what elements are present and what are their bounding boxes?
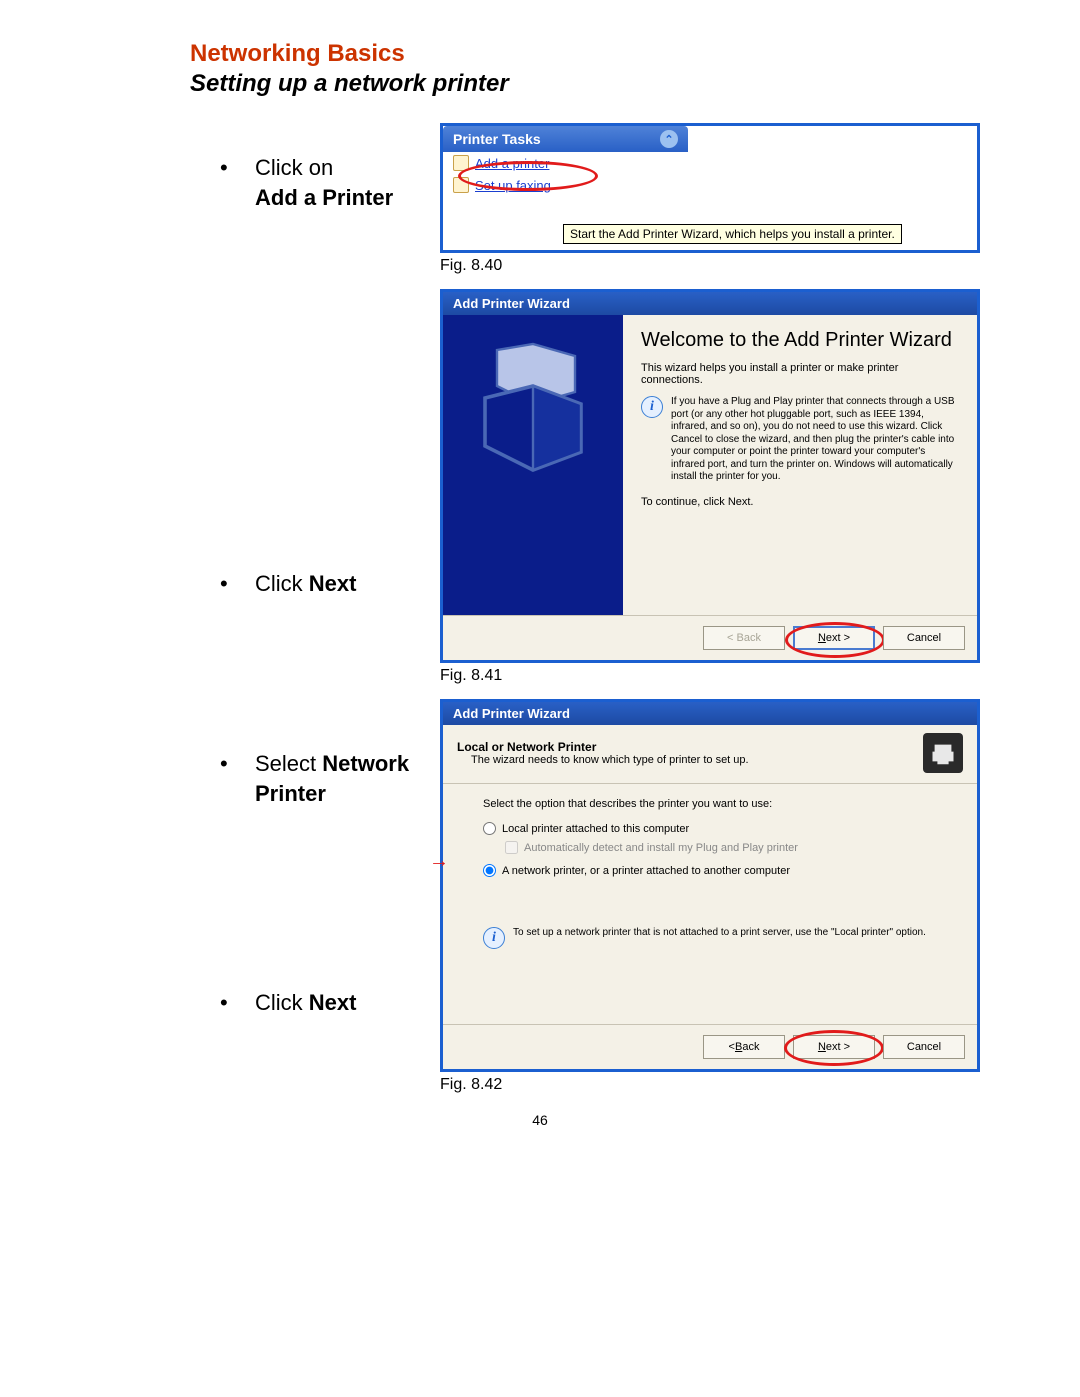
figure-wizard-localnetwork: Add Printer Wizard Local or Network Prin… — [440, 699, 980, 1072]
back-label: ack — [742, 1041, 759, 1053]
collapse-icon[interactable]: ⌃ — [660, 130, 678, 148]
radio-network[interactable] — [483, 864, 496, 877]
option-label: A n — [502, 865, 518, 877]
figure-printer-tasks: Printer Tasks ⌃ Add a printer Set up fax… — [440, 123, 980, 253]
page-number: 46 — [60, 1112, 1020, 1128]
wizard-sidebar — [443, 315, 623, 615]
next-label: ext > — [826, 1041, 850, 1053]
instr-text: Click on — [255, 155, 333, 180]
printer-header-icon — [923, 733, 963, 773]
printer-tasks-header: Printer Tasks ⌃ — [443, 126, 688, 152]
instruction-step-3: Select Network Printer — [210, 749, 420, 808]
back-button[interactable]: < Back — [703, 1035, 785, 1059]
instr-bold: Add a Printer — [255, 185, 393, 210]
instr-bold: Next — [309, 990, 357, 1015]
wizard-title: Add Printer Wizard — [443, 292, 977, 315]
mnemonic: B — [735, 1041, 742, 1053]
wizard-welcome-heading: Welcome to the Add Printer Wizard — [641, 329, 959, 352]
tooltip: Start the Add Printer Wizard, which help… — [563, 224, 902, 244]
printer-graphic-icon — [473, 335, 593, 485]
instruction-step-4: Click Next — [210, 988, 420, 1018]
radio-local[interactable] — [483, 822, 496, 835]
option-label: ocal printer attached to this computer — [508, 823, 689, 835]
option-local-printer[interactable]: Local printer attached to this computer — [483, 822, 949, 835]
fax-icon — [453, 177, 469, 193]
fig-caption-2: Fig. 8.41 — [440, 667, 1020, 685]
heading-primary: Networking Basics — [190, 40, 1020, 68]
instr-text: Select — [255, 751, 322, 776]
cancel-button[interactable]: Cancel — [883, 1035, 965, 1059]
wizard-continue: To continue, click Next. — [641, 496, 959, 508]
task-add-printer[interactable]: Add a printer — [443, 152, 688, 174]
heading-sub: Setting up a network printer — [190, 70, 1020, 98]
next-button[interactable]: Next > — [793, 626, 875, 650]
next-mnemonic: N — [818, 632, 826, 644]
instr-text: Click — [255, 990, 309, 1015]
info-icon: i — [641, 396, 663, 418]
arrow-icon: → — [429, 850, 449, 873]
instruction-step-2: Click Next — [210, 569, 420, 599]
instruction-step-1: Click on Add a Printer — [210, 153, 420, 212]
wizard-info-text: To set up a network printer that is not … — [513, 927, 926, 940]
next-label: ext > — [826, 632, 850, 644]
add-printer-link[interactable]: Add a printer — [475, 156, 549, 171]
instr-text: Click — [255, 571, 309, 596]
task-setup-faxing[interactable]: Set up faxing — [443, 174, 688, 196]
instr-bold: Next — [309, 571, 357, 596]
wizard-info-text: If you have a Plug and Play printer that… — [671, 396, 959, 484]
option-label: twork printer, or a printer attached to … — [524, 865, 790, 877]
wizard-lead: Select the option that describes the pri… — [483, 798, 949, 810]
next-mnemonic: N — [818, 1041, 826, 1053]
next-button[interactable]: Next > — [793, 1035, 875, 1059]
cancel-button[interactable]: Cancel — [883, 626, 965, 650]
printer-tasks-header-label: Printer Tasks — [453, 131, 541, 147]
fig-caption-1: Fig. 8.40 — [440, 257, 1020, 275]
printer-icon — [453, 155, 469, 171]
setup-faxing-link[interactable]: Set up faxing — [475, 178, 551, 193]
wizard-step-title: Local or Network Printer — [457, 740, 923, 754]
fig-caption-3: Fig. 8.42 — [440, 1076, 1020, 1094]
option-label: utomatically detect and install my Plug … — [531, 842, 798, 854]
wizard-title: Add Printer Wizard — [443, 702, 977, 725]
checkbox-autodetect — [505, 841, 518, 854]
info-icon: i — [483, 927, 505, 949]
figure-wizard-welcome: Add Printer Wizard Welcome to the Add Pr… — [440, 289, 980, 663]
wizard-desc: This wizard helps you install a printer … — [641, 362, 959, 386]
wizard-step-sub: The wizard needs to know which type of p… — [457, 754, 923, 766]
option-autodetect: Automatically detect and install my Plug… — [505, 841, 949, 854]
back-button: < Back — [703, 626, 785, 650]
option-network-printer[interactable]: A network printer, or a printer attached… — [483, 864, 949, 877]
